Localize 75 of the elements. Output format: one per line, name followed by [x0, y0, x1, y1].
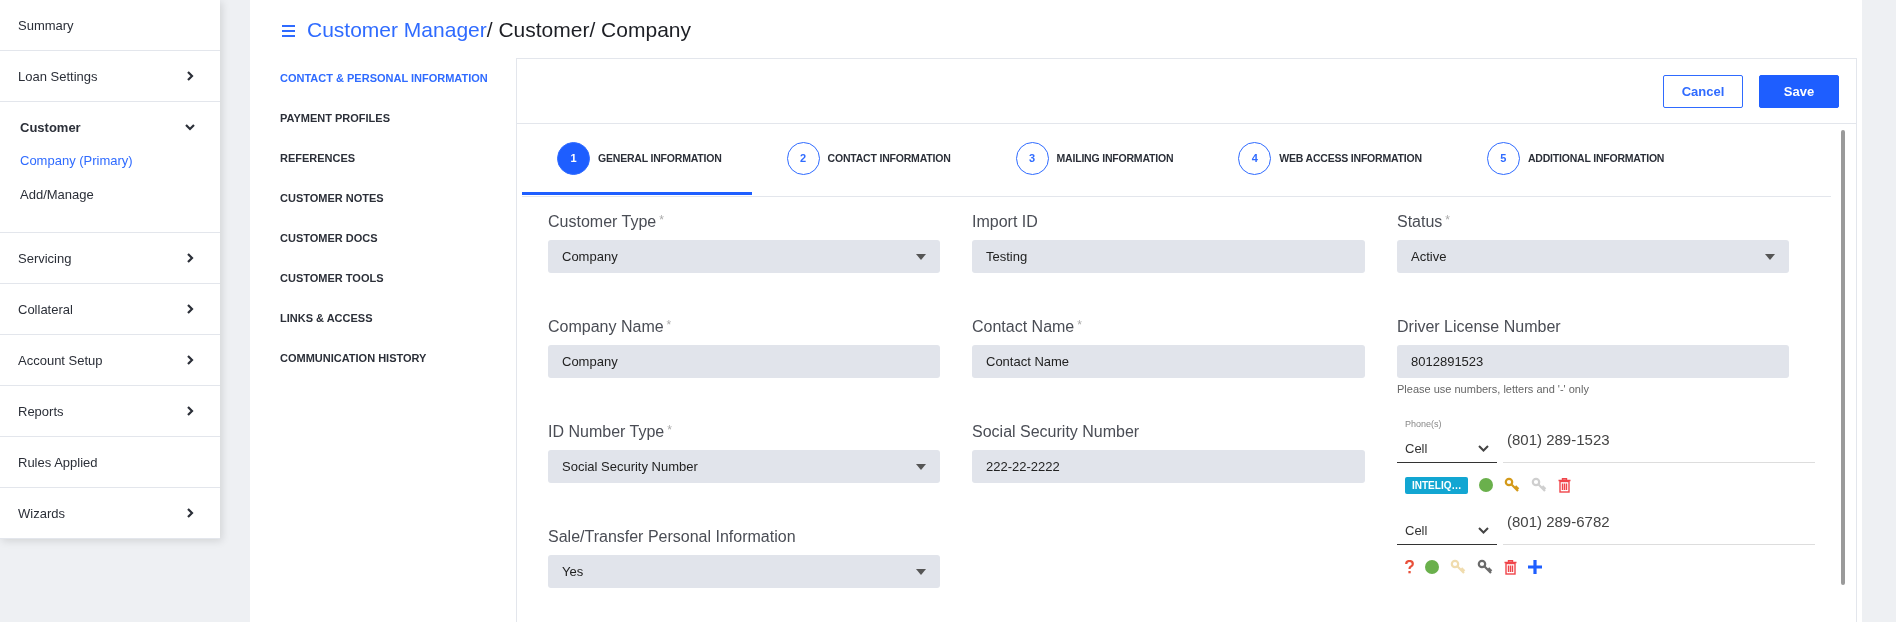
sidebar-item[interactable]: Servicing	[0, 233, 220, 283]
breadcrumb-link[interactable]: Customer Manager	[307, 18, 487, 42]
add-icon[interactable]	[1528, 560, 1542, 574]
phone-input[interactable]: (801) 289-1523	[1503, 429, 1815, 463]
sidebar-item[interactable]: Summary	[0, 0, 220, 50]
trash-icon[interactable]	[1558, 477, 1572, 493]
cancel-button[interactable]: Cancel	[1663, 74, 1743, 108]
input-field[interactable]: 222-22-2222	[972, 450, 1365, 483]
chevron-icon	[185, 355, 195, 365]
input-field[interactable]: Company	[548, 345, 940, 378]
sidebar-item[interactable]: Wizards	[0, 488, 220, 538]
sidebar-item[interactable]: Loan Settings	[0, 51, 220, 101]
question-icon[interactable]	[1405, 560, 1414, 574]
breadcrumb-item: / Company	[589, 18, 691, 42]
chevron-icon	[185, 508, 195, 518]
save-button[interactable]: Save	[1759, 74, 1839, 108]
section-nav-link[interactable]: PAYMENT PROFILES	[280, 112, 516, 152]
section-nav-link[interactable]: REFERENCES	[280, 152, 516, 192]
section-nav-link[interactable]: CUSTOMER TOOLS	[280, 272, 516, 312]
field-label: Import ID	[972, 213, 1039, 232]
section-nav-link[interactable]: CUSTOMER DOCS	[280, 232, 516, 272]
chevron-icon	[1478, 445, 1489, 452]
field-label: Driver License Number	[1397, 318, 1562, 337]
sidebar-item[interactable]: Account Setup	[0, 335, 220, 385]
chevron-icon	[185, 253, 195, 263]
step-tab[interactable]: 1 GENERAL INFORMATION	[522, 124, 752, 195]
section-nav-link[interactable]: LINKS & ACCESS	[280, 312, 516, 352]
section-nav-link[interactable]: COMMUNICATION HISTORY	[280, 352, 516, 392]
select-field[interactable]: Active	[1397, 240, 1789, 273]
phone-type-select[interactable]: Cell	[1397, 435, 1497, 463]
step-tab[interactable]: 4 WEB ACCESS INFORMATION	[1203, 124, 1452, 195]
field-label: Social Security Number	[972, 423, 1141, 442]
caret-icon	[916, 568, 926, 575]
field-label: Customer Type *	[548, 213, 665, 232]
phone-type-select[interactable]: Cell	[1397, 517, 1497, 545]
field-label: Status *	[1397, 213, 1452, 232]
caret-icon	[916, 463, 926, 470]
sidebar-subitem[interactable]: Company (Primary)	[20, 152, 220, 186]
scrollbar[interactable]	[1841, 130, 1845, 585]
section-nav-link[interactable]: CUSTOMER NOTES	[280, 192, 516, 232]
input-field[interactable]: 8012891523	[1397, 345, 1789, 378]
input-field[interactable]: Contact Name	[972, 345, 1365, 378]
field-label: Phone(s)	[1405, 419, 1443, 429]
step-tab[interactable]: 5 ADDITIONAL INFORMATION	[1451, 124, 1695, 195]
chevron-icon	[185, 71, 195, 81]
breadcrumb-item: / Customer	[486, 18, 590, 42]
input-field[interactable]: Testing	[972, 240, 1365, 273]
helper-text: Please use numbers, letters and '-' only	[1397, 383, 1590, 395]
sidebar-item[interactable]: Rules Applied	[0, 437, 220, 487]
select-field[interactable]: Social Security Number	[548, 450, 940, 483]
field-label: Contact Name *	[972, 318, 1083, 337]
field-label: Company Name *	[548, 318, 673, 337]
sidebar-subitem[interactable]: Add/Manage	[20, 186, 220, 220]
key-icon[interactable]	[1504, 477, 1521, 493]
menu-icon[interactable]	[282, 25, 295, 37]
sidebar-item[interactable]: Reports	[0, 386, 220, 436]
trash-icon[interactable]	[1504, 559, 1517, 575]
chevron-icon	[1478, 527, 1489, 534]
caret-icon	[916, 253, 926, 260]
select-field[interactable]: Yes	[548, 555, 940, 588]
chevron-icon	[185, 406, 195, 416]
sidebar-item[interactable]: Collateral	[0, 284, 220, 334]
chevron-icon	[185, 122, 195, 132]
provider-badge: INTELIQ…	[1405, 476, 1469, 494]
sidebar-item[interactable]: Customer	[0, 102, 220, 152]
caret-icon	[1765, 253, 1775, 260]
phone-input[interactable]: (801) 289-6782	[1503, 511, 1815, 545]
chevron-icon	[185, 304, 195, 314]
field-label: Sale/Transfer Personal Information	[548, 528, 797, 547]
select-field[interactable]: Company	[548, 240, 940, 273]
step-tab[interactable]: 2 CONTACT INFORMATION	[751, 124, 981, 195]
section-nav-link[interactable]: CONTACT & PERSONAL INFORMATION	[280, 72, 516, 112]
step-tab[interactable]: 3 MAILING INFORMATION	[980, 124, 1204, 195]
field-label: ID Number Type *	[548, 423, 673, 442]
key-icon[interactable]	[1477, 559, 1493, 575]
